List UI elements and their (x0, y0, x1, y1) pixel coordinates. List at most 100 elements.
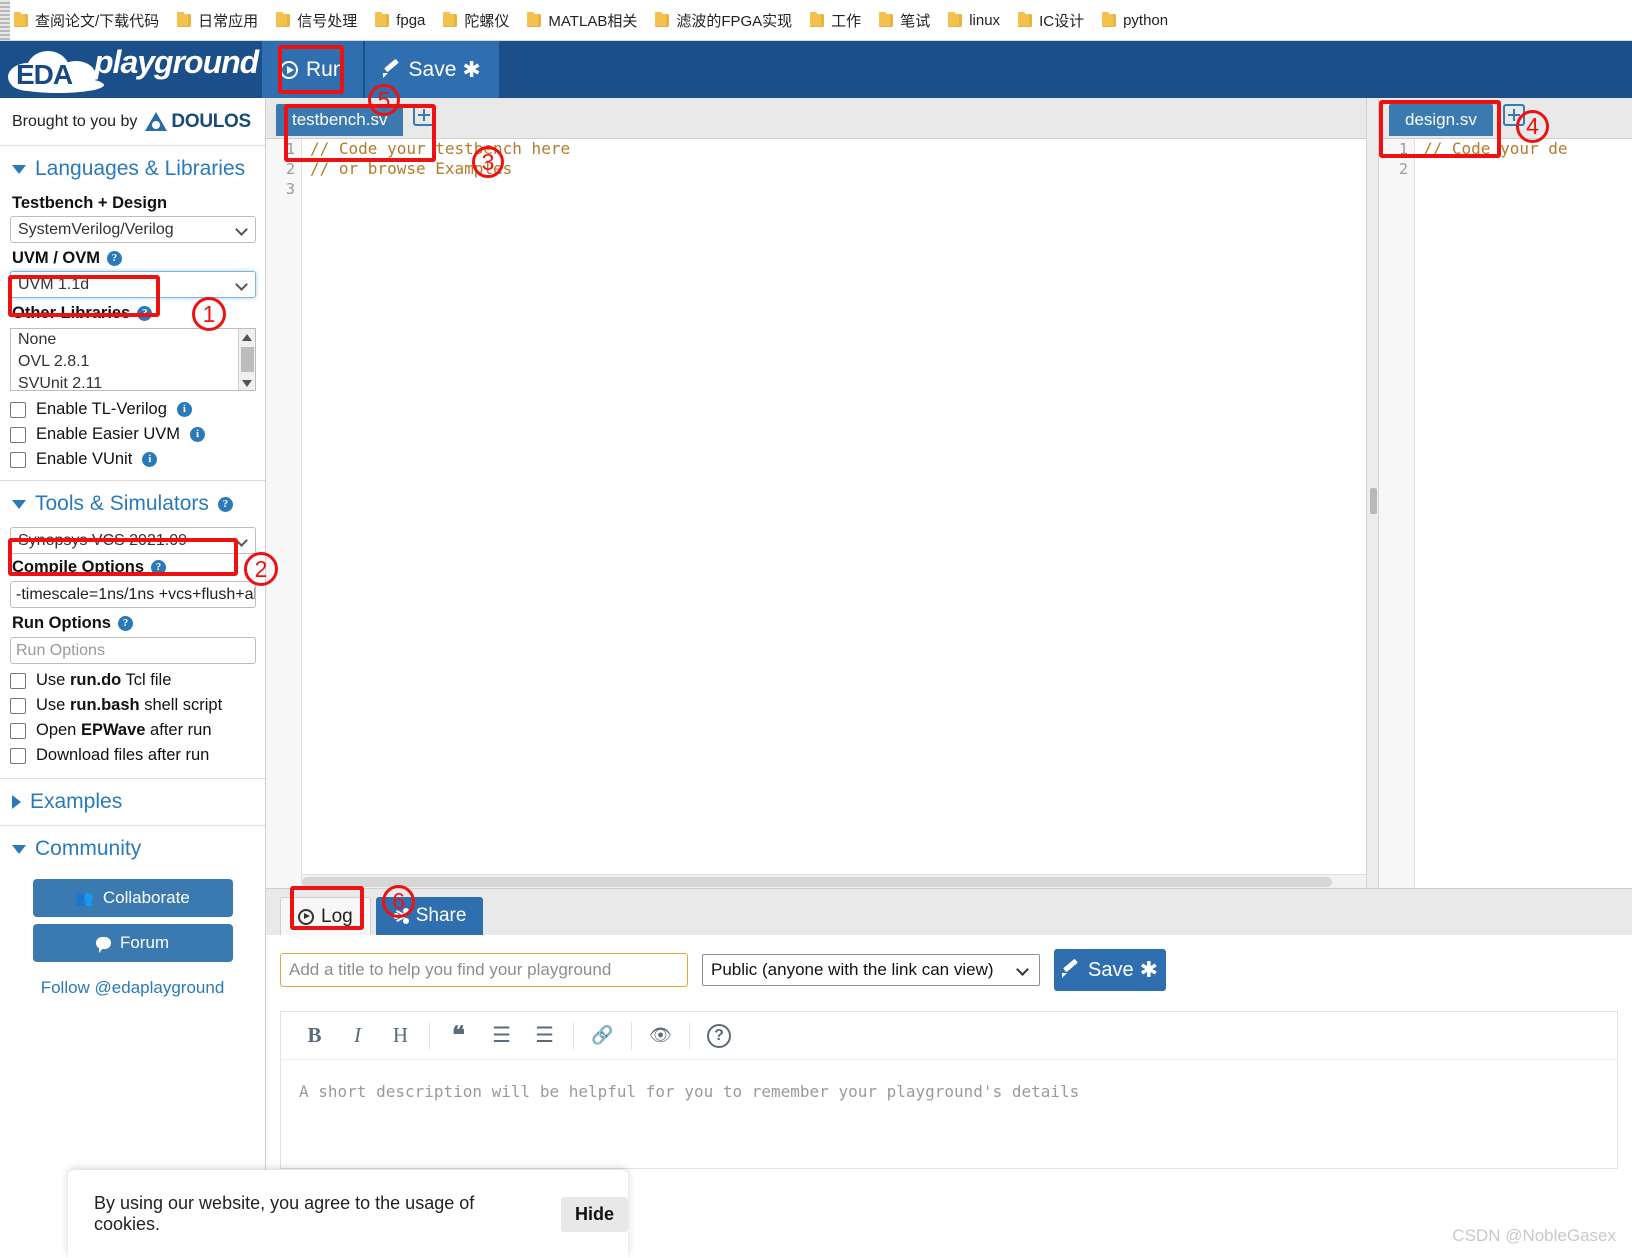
checkbox-row-run-do[interactable]: Use run.do Tcl file (0, 668, 265, 693)
bookmark-item[interactable]: MATLAB相关 (527, 10, 637, 31)
bold-icon[interactable]: B (293, 1013, 336, 1059)
editor-splitter[interactable] (1366, 98, 1379, 888)
help-icon[interactable]: ? (137, 306, 153, 321)
info-icon[interactable]: i (176, 402, 192, 417)
heading-icon[interactable]: H (379, 1013, 422, 1059)
brought-by-label: Brought to you by (12, 112, 138, 130)
tab-testbench-sv[interactable]: testbench.sv (276, 104, 404, 136)
language-select[interactable]: SystemVerilog/Verilog (10, 216, 256, 243)
run-button-label: Run (306, 57, 345, 81)
checkbox-vunit[interactable] (10, 451, 26, 468)
scroll-up-icon[interactable] (242, 334, 252, 341)
add-file-icon[interactable] (1502, 104, 1525, 126)
bookmark-label: linux (969, 11, 1001, 29)
list-item[interactable]: OVL 2.8.1 (11, 351, 255, 373)
quote-icon[interactable]: ❝ (437, 1013, 480, 1059)
horizontal-scrollbar[interactable] (302, 874, 1366, 888)
checkbox-epwave[interactable] (10, 722, 26, 739)
checkbox-run-bash[interactable] (10, 697, 26, 714)
help-icon[interactable]: ? (217, 496, 233, 512)
info-icon[interactable]: i (142, 452, 158, 467)
section-tools-simulators[interactable]: Tools & Simulators ? (0, 481, 265, 527)
bookmark-item[interactable]: 工作 (810, 10, 861, 31)
cookie-banner: By using our website, you agree to the u… (68, 1170, 628, 1258)
bookmark-item[interactable]: 笔试 (879, 10, 930, 31)
doulos-logo[interactable]: DOULOS (145, 111, 251, 133)
checkbox-row-easier-uvm[interactable]: Enable Easier UVM i (0, 422, 265, 447)
help-icon[interactable]: ? (107, 251, 123, 266)
folder-icon (810, 11, 825, 27)
tab-log[interactable]: Log (280, 897, 371, 935)
numbered-list-icon[interactable]: ☰ (523, 1013, 566, 1059)
testbench-gutter: 1 2 3 (266, 139, 302, 888)
app-logo[interactable]: EDA playground (0, 41, 262, 98)
follow-link[interactable]: Follow @edaplayground (0, 969, 265, 998)
tab-share[interactable]: Share (375, 897, 484, 935)
scroll-down-icon[interactable] (242, 380, 252, 387)
collaborate-button[interactable]: 👥 Collaborate (32, 879, 233, 917)
checkbox-label: Enable Easier UVM (36, 425, 180, 443)
uvm-select[interactable]: UVM 1.1d (10, 271, 256, 298)
scrollbar-thumb[interactable] (302, 877, 1332, 887)
description-textarea[interactable]: A short description will be helpful for … (280, 1059, 1618, 1169)
other-libraries-listbox[interactable]: None OVL 2.8.1 SVUnit 2.11 (10, 328, 256, 391)
bookmark-item[interactable]: fpga (375, 11, 425, 29)
checkbox-row-download-files[interactable]: Download files after run (0, 743, 265, 768)
splitter-grip[interactable] (1370, 488, 1377, 514)
listbox-scrollbar[interactable] (238, 329, 255, 390)
divider (573, 1021, 574, 1050)
checkbox-tl-verilog[interactable] (10, 401, 26, 418)
visibility-select[interactable]: Public (anyone with the link can view) (702, 954, 1040, 986)
section-languages-libraries[interactable]: Languages & Libraries (0, 146, 265, 192)
forum-button[interactable]: Forum (32, 924, 233, 962)
bookmark-label: 滤波的FPGA实现 (676, 12, 793, 30)
scrollbar-thumb[interactable] (241, 347, 254, 372)
italic-icon[interactable]: I (336, 1013, 379, 1059)
bookmark-item[interactable]: 滤波的FPGA实现 (655, 10, 792, 31)
run-options-input[interactable]: Run Options (10, 637, 256, 664)
save-button[interactable]: Save ✱ (364, 41, 499, 98)
bookmark-item[interactable]: 日常应用 (177, 10, 258, 31)
add-file-icon[interactable] (413, 104, 436, 126)
list-item[interactable]: SVUnit 2.11 (11, 373, 255, 390)
bookmark-item[interactable]: 查阅论文/下载代码 (14, 10, 159, 31)
bookmark-item[interactable]: 陀螺仪 (443, 10, 509, 31)
folder-icon (14, 11, 28, 27)
share-save-button[interactable]: Save ✱ (1054, 949, 1166, 991)
help-icon[interactable]: ? (117, 616, 133, 631)
playground-title-input[interactable]: Add a title to help you find your playgr… (280, 953, 688, 987)
link-icon[interactable]: 🔗 (581, 1013, 624, 1059)
checkbox-run-do[interactable] (10, 672, 26, 689)
testbench-code-text[interactable]: // Code your testbench here // or browse… (310, 139, 570, 179)
info-icon[interactable]: i (189, 427, 205, 442)
checkbox-row-vunit[interactable]: Enable VUnit i (0, 447, 265, 472)
tab-design-sv[interactable]: design.sv (1389, 104, 1493, 136)
testbench-code-pane[interactable]: 1 2 3 // Code your testbench here // or … (266, 138, 1366, 888)
checkbox-row-tl-verilog[interactable]: Enable TL-Verilog i (0, 397, 265, 422)
help-icon[interactable]: ? (707, 1023, 731, 1048)
bookmark-item[interactable]: 信号处理 (276, 10, 357, 31)
checkbox-row-run-bash[interactable]: Use run.bash shell script (0, 693, 265, 718)
compile-options-input[interactable]: -timescale=1ns/1ns +vcs+flush+all (10, 581, 256, 608)
cookie-hide-button[interactable]: Hide (560, 1196, 628, 1232)
run-button[interactable]: Run (262, 41, 363, 98)
simulator-select[interactable]: Synopsys VCS 2021.09 (10, 527, 256, 554)
bookmark-label: python (1123, 11, 1169, 29)
list-item[interactable]: None (11, 329, 255, 351)
section-community[interactable]: Community (0, 826, 265, 872)
simulator-select-value: Synopsys VCS 2021.09 (18, 531, 187, 549)
design-code-text[interactable]: // Code your de (1423, 139, 1632, 159)
bullet-list-icon[interactable]: ☰ (480, 1013, 523, 1059)
bookmark-item[interactable]: python (1102, 11, 1169, 29)
help-icon[interactable]: ? (151, 560, 166, 575)
bookmark-item[interactable]: IC设计 (1018, 10, 1084, 31)
preview-icon[interactable]: 👁 (639, 1013, 682, 1059)
scroll-stub (0, 0, 10, 40)
checkbox-row-epwave[interactable]: Open EPWave after run (0, 718, 265, 743)
section-examples[interactable]: Examples (0, 779, 265, 825)
people-icon: 👥 (75, 890, 94, 907)
checkbox-easier-uvm[interactable] (10, 426, 26, 443)
checkbox-download-files[interactable] (10, 747, 26, 764)
bookmark-item[interactable]: linux (948, 11, 1001, 29)
design-code-pane[interactable]: 1 2 // Code your de (1379, 138, 1632, 888)
